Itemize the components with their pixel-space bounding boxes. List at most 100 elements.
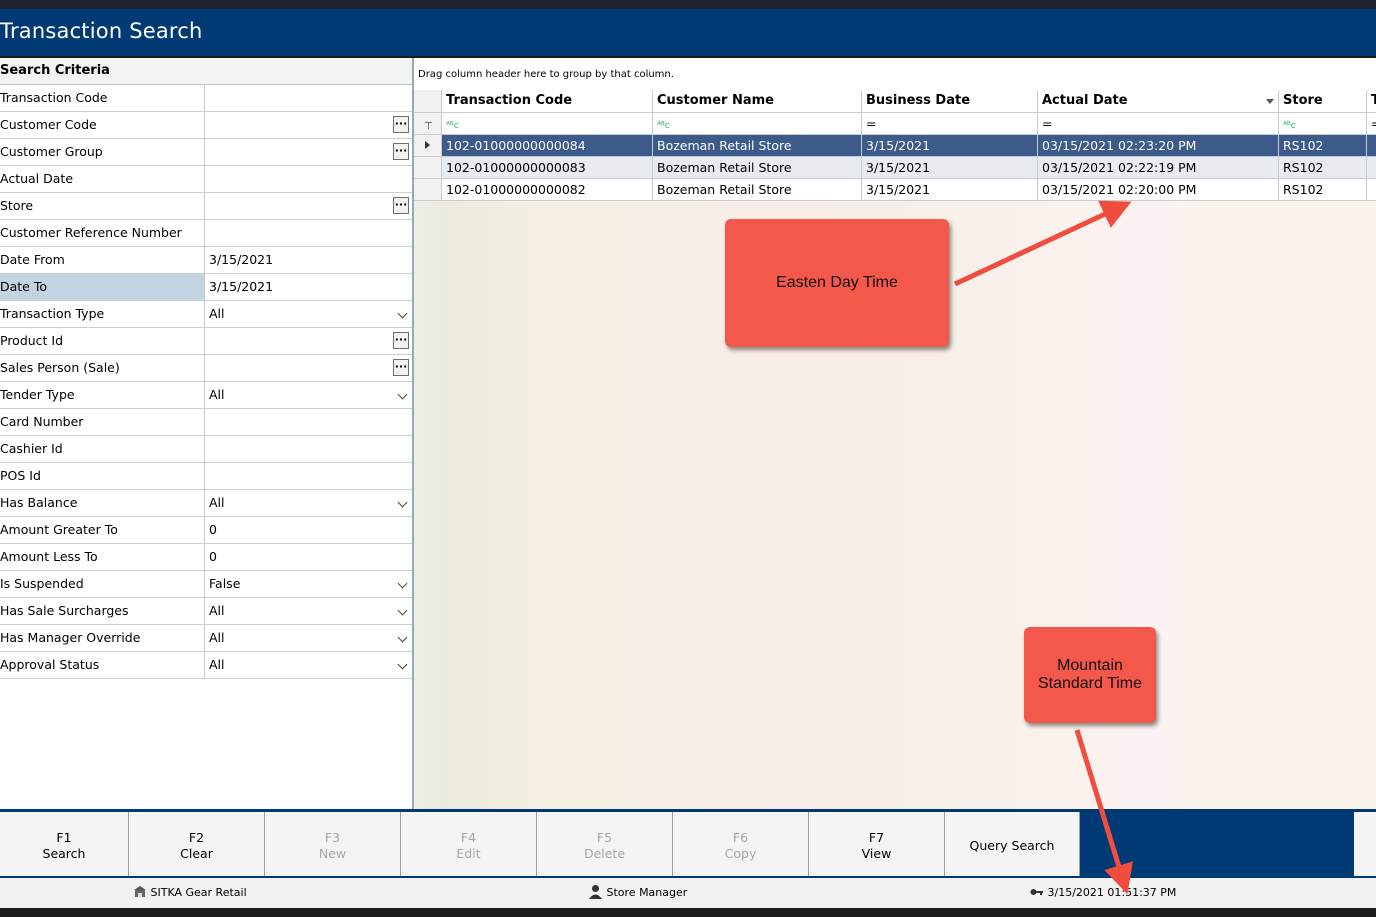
cell-actual-date[interactable]: 03/15/2021 02:22:19 PM (1038, 157, 1279, 178)
f5-delete-button[interactable]: F5 Delete (537, 812, 673, 876)
cell-actual-date[interactable]: 03/15/2021 02:20:00 PM (1038, 179, 1279, 200)
cell-transaction-code[interactable]: 102-01000000000082 (442, 179, 653, 200)
cell-customer-name[interactable]: Bozeman Retail Store (653, 157, 862, 178)
criteria-row-sales-person-sale: Sales Person (Sale) ··· (0, 355, 412, 382)
cell-truncated[interactable] (1367, 157, 1376, 178)
criteria-field-card-number[interactable] (205, 409, 412, 435)
search-criteria-header: Search Criteria (0, 58, 412, 85)
ellipsis-lookup-button[interactable]: ··· (393, 332, 409, 349)
cell-customer-name[interactable]: Bozeman Retail Store (653, 135, 862, 156)
criteria-field-approval-status[interactable]: All (205, 652, 412, 678)
column-header-transaction-code[interactable]: Transaction Code (442, 90, 653, 112)
f3-new-button[interactable]: F3 New (265, 812, 401, 876)
criteria-row-has-manager-override: Has Manager Override All (0, 625, 412, 652)
criteria-field-customer-reference-number[interactable] (205, 220, 412, 246)
criteria-label-amount-less-to: Amount Less To (0, 544, 205, 570)
key-icon (1030, 889, 1043, 895)
column-header-truncated[interactable]: T (1367, 90, 1376, 112)
criteria-label-transaction-code: Transaction Code (0, 85, 205, 111)
company-name: SITKA Gear Retail (150, 886, 247, 899)
criteria-field-has-balance[interactable]: All (205, 490, 412, 516)
criteria-row-has-sale-surcharges: Has Sale Surcharges All (0, 598, 412, 625)
cell-store[interactable]: RS102 (1279, 135, 1367, 156)
criteria-row-customer-group: Customer Group ··· (0, 139, 412, 166)
column-header-actual-date[interactable]: Actual Date (1038, 90, 1279, 112)
f7-view-button[interactable]: F7 View (809, 812, 945, 876)
cell-customer-name[interactable]: Bozeman Retail Store (653, 179, 862, 200)
query-search-button[interactable]: Query Search (945, 812, 1080, 876)
title-bar: Transaction Search (0, 9, 1376, 56)
f2-clear-button[interactable]: F2 Clear (129, 812, 265, 876)
cell-actual-date[interactable]: 03/15/2021 02:23:20 PM (1038, 135, 1279, 156)
cell-store[interactable]: RS102 (1279, 157, 1367, 178)
cell-truncated[interactable] (1367, 135, 1376, 156)
ellipsis-lookup-button[interactable]: ··· (393, 143, 409, 160)
criteria-label-has-sale-surcharges: Has Sale Surcharges (0, 598, 205, 624)
criteria-field-actual-date[interactable] (205, 166, 412, 192)
filter-cell-transaction-code[interactable]: ᴬᴮc (442, 113, 653, 134)
f5-action-label: Delete (583, 846, 626, 861)
criteria-row-has-balance: Has Balance All (0, 490, 412, 517)
criteria-label-amount-greater-to: Amount Greater To (0, 517, 205, 543)
criteria-label-tender-type: Tender Type (0, 382, 205, 408)
criteria-field-product-id[interactable] (205, 328, 412, 354)
criteria-field-cashier-id[interactable] (205, 436, 412, 462)
criteria-field-tender-type[interactable]: All (205, 382, 412, 408)
criteria-field-pos-id[interactable] (205, 463, 412, 489)
criteria-field-store[interactable] (205, 193, 412, 219)
column-header-customer-name[interactable]: Customer Name (653, 90, 862, 112)
filter-cell-store[interactable]: ᴬᴮc (1279, 113, 1367, 134)
group-by-hint[interactable]: Drag column header here to group by that… (414, 58, 1376, 91)
cell-business-date[interactable]: 3/15/2021 (862, 157, 1038, 178)
function-key-stub[interactable] (1354, 812, 1376, 876)
cell-transaction-code[interactable]: 102-01000000000083 (442, 157, 653, 178)
equals-filter-icon: = (866, 116, 877, 131)
criteria-field-transaction-type[interactable]: All (205, 301, 412, 327)
table-row[interactable]: 102-01000000000084 Bozeman Retail Store … (414, 135, 1376, 157)
criteria-label-is-suspended: Is Suspended (0, 571, 205, 597)
ellipsis-lookup-button[interactable]: ··· (393, 116, 409, 133)
f1-search-button[interactable]: F1 Search (0, 812, 129, 876)
criteria-label-sales-person-sale: Sales Person (Sale) (0, 355, 205, 381)
cell-store[interactable]: RS102 (1279, 179, 1367, 200)
f4-edit-button[interactable]: F4 Edit (401, 812, 537, 876)
criteria-rows: Transaction Code Customer Code ··· Customer… (0, 85, 412, 679)
sort-dropdown-icon[interactable] (1266, 99, 1274, 104)
f4-action-label: Edit (456, 846, 481, 861)
table-row[interactable]: 102-01000000000083 Bozeman Retail Store … (414, 157, 1376, 179)
cell-transaction-code[interactable]: 102-01000000000084 (442, 135, 653, 156)
column-header-store[interactable]: Store (1279, 90, 1367, 112)
criteria-label-date-to: Date To (0, 274, 205, 300)
user-icon (589, 885, 602, 899)
ellipsis-lookup-button[interactable]: ··· (393, 197, 409, 214)
cell-business-date[interactable]: 3/15/2021 (862, 179, 1038, 200)
row-indicator (414, 157, 442, 178)
criteria-row-is-suspended: Is Suspended False (0, 571, 412, 598)
criteria-field-date-to[interactable]: 3/15/2021 (205, 274, 412, 300)
f4-key-label: F4 (460, 830, 477, 845)
cell-truncated[interactable] (1367, 179, 1376, 200)
criteria-field-date-from[interactable]: 3/15/2021 (205, 247, 412, 273)
column-header-business-date[interactable]: Business Date (862, 90, 1038, 112)
criteria-field-amount-greater-to[interactable]: 0 (205, 517, 412, 543)
filter-cell-business-date[interactable]: = (862, 113, 1038, 134)
filter-cell-actual-date[interactable]: = (1038, 113, 1279, 134)
criteria-field-has-manager-override[interactable]: All (205, 625, 412, 651)
criteria-field-has-sale-surcharges[interactable]: All (205, 598, 412, 624)
status-bar: SITKA Gear Retail Store Manager 3/15/202… (0, 878, 1376, 908)
cell-business-date[interactable]: 3/15/2021 (862, 135, 1038, 156)
criteria-field-transaction-code[interactable] (205, 85, 412, 111)
criteria-field-is-suspended[interactable]: False (205, 571, 412, 597)
text-filter-icon: ᴬᴮc (1283, 121, 1296, 131)
table-row[interactable]: 102-01000000000082 Bozeman Retail Store … (414, 179, 1376, 201)
ellipsis-lookup-button[interactable]: ··· (393, 359, 409, 376)
criteria-field-customer-group[interactable] (205, 139, 412, 165)
criteria-row-store: Store ··· (0, 193, 412, 220)
criteria-field-amount-less-to[interactable]: 0 (205, 544, 412, 570)
criteria-field-customer-code[interactable] (205, 112, 412, 138)
criteria-row-card-number: Card Number (0, 409, 412, 436)
criteria-field-sales-person-sale[interactable] (205, 355, 412, 381)
filter-cell-truncated[interactable]: = (1367, 113, 1376, 134)
f6-copy-button[interactable]: F6 Copy (673, 812, 809, 876)
filter-cell-customer-name[interactable]: ᴬᴮc (653, 113, 862, 134)
